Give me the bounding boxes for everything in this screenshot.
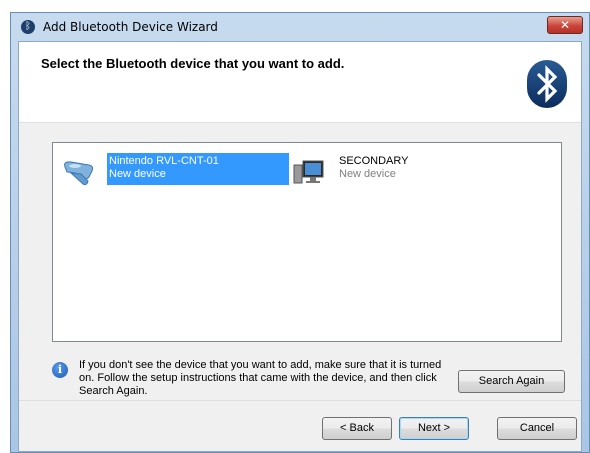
window-title: Add Bluetooth Device Wizard [43,20,218,34]
back-button[interactable]: < Back [322,417,392,440]
gamepad-icon [64,161,94,186]
close-icon: ✕ [559,18,571,32]
cancel-button[interactable]: Cancel [497,417,577,440]
footer-divider [19,400,581,401]
device-list[interactable]: Nintendo RVL-CNT-01 New device SECONDARY… [52,142,562,342]
wizard-header: Select the Bluetooth device that you wan… [19,42,581,123]
list-item[interactable]: SECONDARY New device [291,153,471,191]
next-button[interactable]: Next > [399,417,469,440]
device-status: New device [339,168,396,180]
computer-icon [293,160,324,184]
bluetooth-small-icon: ᛒ [21,20,35,34]
device-status: New device [109,168,166,180]
close-button[interactable]: ✕ [547,16,583,34]
device-name: Nintendo RVL-CNT-01 [109,155,219,167]
title-bar[interactable]: ᛒ Add Bluetooth Device Wizard ✕ [11,13,589,41]
info-message: If you don't see the device that you wan… [79,359,442,397]
info-icon: i [52,362,68,378]
wizard-window: ᛒ Add Bluetooth Device Wizard ✕ Select t… [10,12,590,453]
bluetooth-icon [527,60,567,108]
wizard-client-area: Select the Bluetooth device that you wan… [18,41,582,452]
search-again-button[interactable]: Search Again [458,370,565,393]
list-item[interactable]: Nintendo RVL-CNT-01 New device [61,153,301,191]
page-instruction: Select the Bluetooth device that you wan… [41,56,345,71]
device-name: SECONDARY [339,155,409,167]
